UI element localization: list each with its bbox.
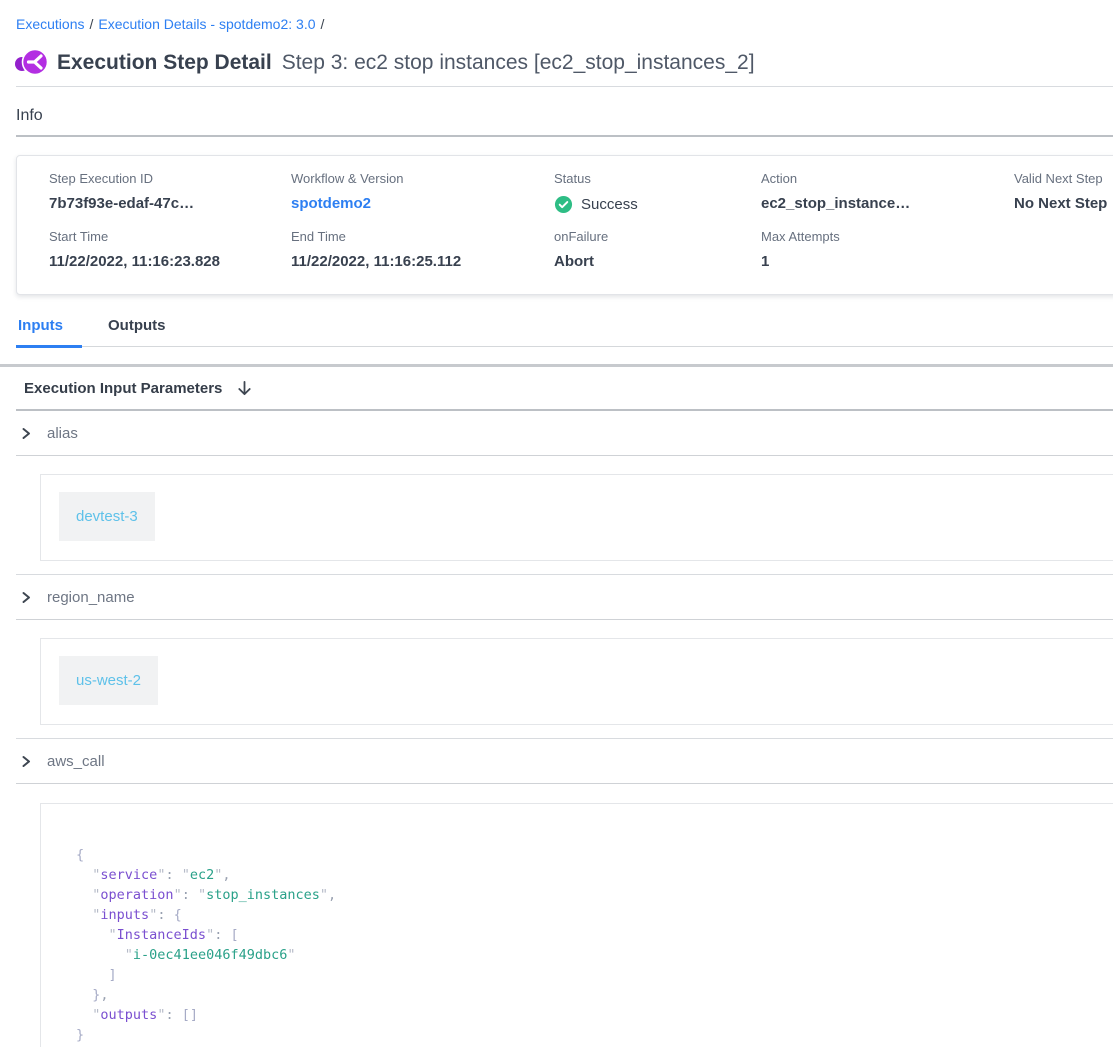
field-label: Start Time <box>49 229 291 244</box>
parameters-heading-text: Execution Input Parameters <box>24 380 222 397</box>
field-label: Max Attempts <box>761 229 1014 244</box>
region-name-value-box: us-west-2 <box>40 638 1113 725</box>
breadcrumb-link-execution-details[interactable]: Execution Details - spotdemo2: 3.0 <box>98 16 315 32</box>
status-badge: Success <box>554 195 761 214</box>
section-row-region-name[interactable]: region_name <box>0 575 1113 619</box>
status-text: Success <box>581 196 638 213</box>
page-header: Execution Step Detail Step 3: ec2 stop i… <box>14 47 1113 79</box>
field-label: Workflow & Version <box>291 171 554 186</box>
section-name: aws_call <box>47 753 105 770</box>
field-value: 7b73f93e-edaf-47c… <box>49 195 291 212</box>
section-divider <box>16 619 1113 620</box>
aws-call-value-box: { "service": "ec2", "operation": "stop_i… <box>40 803 1113 1047</box>
alias-value-chip: devtest-3 <box>59 492 155 541</box>
info-divider <box>16 135 1113 137</box>
tab-outputs[interactable]: Outputs <box>106 317 168 348</box>
section-row-alias[interactable]: alias <box>0 411 1113 455</box>
field-start-time: Start Time 11/22/2022, 11:16:23.828 <box>49 229 291 270</box>
field-valid-next-step: Valid Next Step No Next Step <box>1014 171 1113 214</box>
download-arrow-icon[interactable] <box>236 380 253 397</box>
execution-step-detail-page: Executions / Execution Details - spotdemo2… <box>0 0 1113 1047</box>
field-label: Valid Next Step <box>1014 171 1113 186</box>
spacer <box>0 561 1113 574</box>
workflow-brand-icon <box>14 47 48 79</box>
json-code: { "service": "ec2", "operation": "stop_i… <box>76 845 1113 1045</box>
field-action: Action ec2_stop_instance… <box>761 171 1014 214</box>
spacer <box>0 725 1113 738</box>
field-onfailure: onFailure Abort <box>554 229 761 270</box>
field-status: Status Success <box>554 171 761 214</box>
execution-input-parameters-heading: Execution Input Parameters <box>24 380 1113 397</box>
section-divider <box>16 455 1113 456</box>
breadcrumb-separator: / <box>89 16 93 32</box>
field-label: Status <box>554 171 761 186</box>
breadcrumb: Executions / Execution Details - spotdemo2… <box>16 16 1113 32</box>
chevron-right-icon[interactable] <box>20 591 32 604</box>
alias-value-box: devtest-3 <box>40 474 1113 561</box>
field-value: 11/22/2022, 11:16:25.112 <box>291 253 554 270</box>
breadcrumb-link-executions[interactable]: Executions <box>16 16 84 32</box>
page-subtitle: Step 3: ec2 stop instances [ec2_stop_ins… <box>282 51 755 75</box>
section-name: region_name <box>47 589 135 606</box>
field-end-time: End Time 11/22/2022, 11:16:25.112 <box>291 229 554 270</box>
step-info-card: Step Execution ID 7b73f93e-edaf-47c… Wor… <box>16 155 1113 295</box>
region-name-value-chip: us-west-2 <box>59 656 158 705</box>
tab-inputs[interactable]: Inputs <box>16 317 82 348</box>
field-value: 11/22/2022, 11:16:23.828 <box>49 253 291 270</box>
tabs-separator <box>0 364 1113 367</box>
field-value: Abort <box>554 253 761 270</box>
breadcrumb-separator: / <box>321 16 325 32</box>
info-section-title: Info <box>16 107 1113 125</box>
title-divider <box>16 86 1113 87</box>
section-row-aws-call[interactable]: aws_call <box>0 739 1113 783</box>
field-value: 1 <box>761 253 1014 270</box>
empty-cell <box>1014 229 1113 270</box>
page-title: Execution Step Detail <box>57 51 272 75</box>
chevron-right-icon[interactable] <box>20 755 32 768</box>
field-label: Step Execution ID <box>49 171 291 186</box>
field-step-execution-id: Step Execution ID 7b73f93e-edaf-47c… <box>49 171 291 214</box>
tab-bar: Inputs Outputs <box>16 317 1113 347</box>
field-max-attempts: Max Attempts 1 <box>761 229 1014 270</box>
field-label: Action <box>761 171 1014 186</box>
field-value: ec2_stop_instance… <box>761 195 1014 212</box>
success-check-icon <box>554 195 573 214</box>
section-divider <box>16 783 1113 784</box>
field-label: onFailure <box>554 229 761 244</box>
field-workflow-version: Workflow & Version spotdemo2 <box>291 171 554 214</box>
field-value: No Next Step <box>1014 195 1113 212</box>
chevron-right-icon[interactable] <box>20 427 32 440</box>
field-label: End Time <box>291 229 554 244</box>
section-name: alias <box>47 425 78 442</box>
workflow-link[interactable]: spotdemo2 <box>291 195 554 212</box>
